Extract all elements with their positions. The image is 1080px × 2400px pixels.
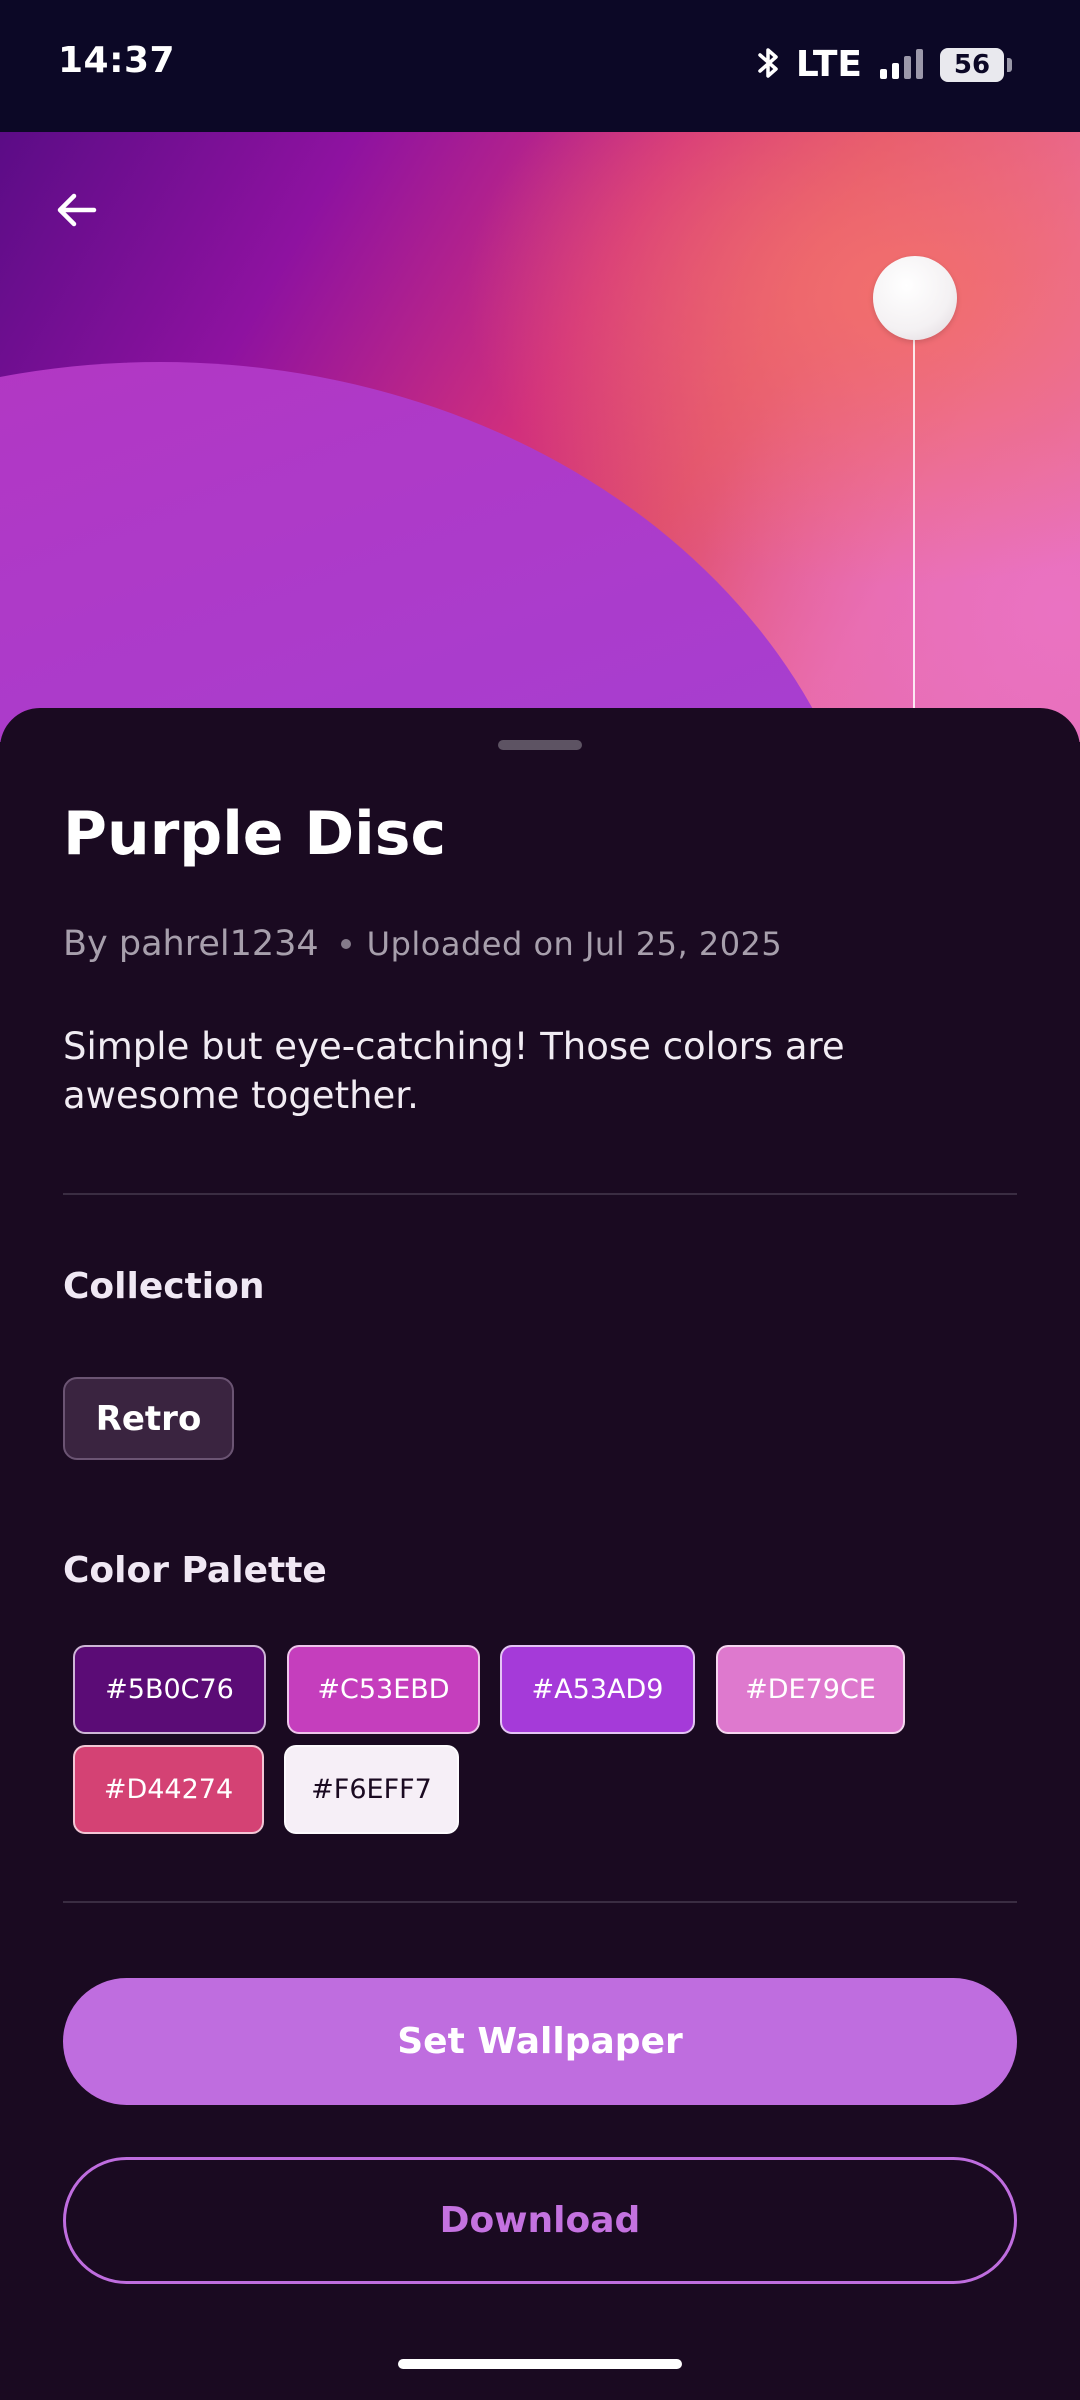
color-swatch[interactable]: #F6EFF7 xyxy=(284,1745,459,1834)
collection-chip[interactable]: Retro xyxy=(63,1377,234,1460)
status-time: 14:37 xyxy=(58,40,176,81)
details-sheet: Purple Disc By pahrel1234 Uploaded on Ju… xyxy=(0,708,1080,2400)
drag-handle[interactable] xyxy=(498,740,582,750)
set-wallpaper-button[interactable]: Set Wallpaper xyxy=(63,1978,1017,2105)
palette-heading: Color Palette xyxy=(63,1550,327,1591)
color-swatch[interactable]: #5B0C76 xyxy=(73,1645,266,1734)
network-type: LTE xyxy=(795,44,862,85)
author-label: By pahrel1234 xyxy=(63,924,319,964)
battery-nub xyxy=(1007,57,1012,72)
back-button[interactable] xyxy=(40,176,112,248)
wallpaper-disc-shape xyxy=(0,362,880,742)
home-indicator[interactable] xyxy=(398,2359,682,2369)
wallpaper-preview xyxy=(0,132,1080,742)
color-swatch[interactable]: #DE79CE xyxy=(716,1645,905,1734)
arrow-left-icon xyxy=(52,186,100,238)
download-button[interactable]: Download xyxy=(63,2157,1017,2284)
upload-date: Uploaded on Jul 25, 2025 xyxy=(366,925,783,963)
color-swatch[interactable]: #A53AD9 xyxy=(500,1645,695,1734)
color-swatch[interactable]: #D44274 xyxy=(73,1745,264,1834)
status-bar: 14:37 LTE 56 xyxy=(0,0,1080,132)
wallpaper-description: Simple but eye-catching! Those colors ar… xyxy=(63,1025,845,1117)
wallpaper-title: Purple Disc xyxy=(63,799,447,869)
divider xyxy=(63,1901,1017,1903)
separator-dot xyxy=(340,939,351,949)
wallpaper-ball-shape xyxy=(873,256,957,340)
wallpaper-meta: By pahrel1234 Uploaded on Jul 25, 2025 xyxy=(63,924,782,964)
wallpaper-string-line xyxy=(913,322,915,742)
signal-icon xyxy=(878,45,928,85)
color-swatch[interactable]: #C53EBD xyxy=(287,1645,480,1734)
collection-heading: Collection xyxy=(63,1266,265,1307)
battery-level: 56 xyxy=(953,49,991,80)
status-icons: LTE 56 xyxy=(754,44,1012,85)
battery-icon: 56 xyxy=(940,47,1012,82)
divider xyxy=(63,1193,1017,1195)
bluetooth-icon xyxy=(754,45,784,85)
